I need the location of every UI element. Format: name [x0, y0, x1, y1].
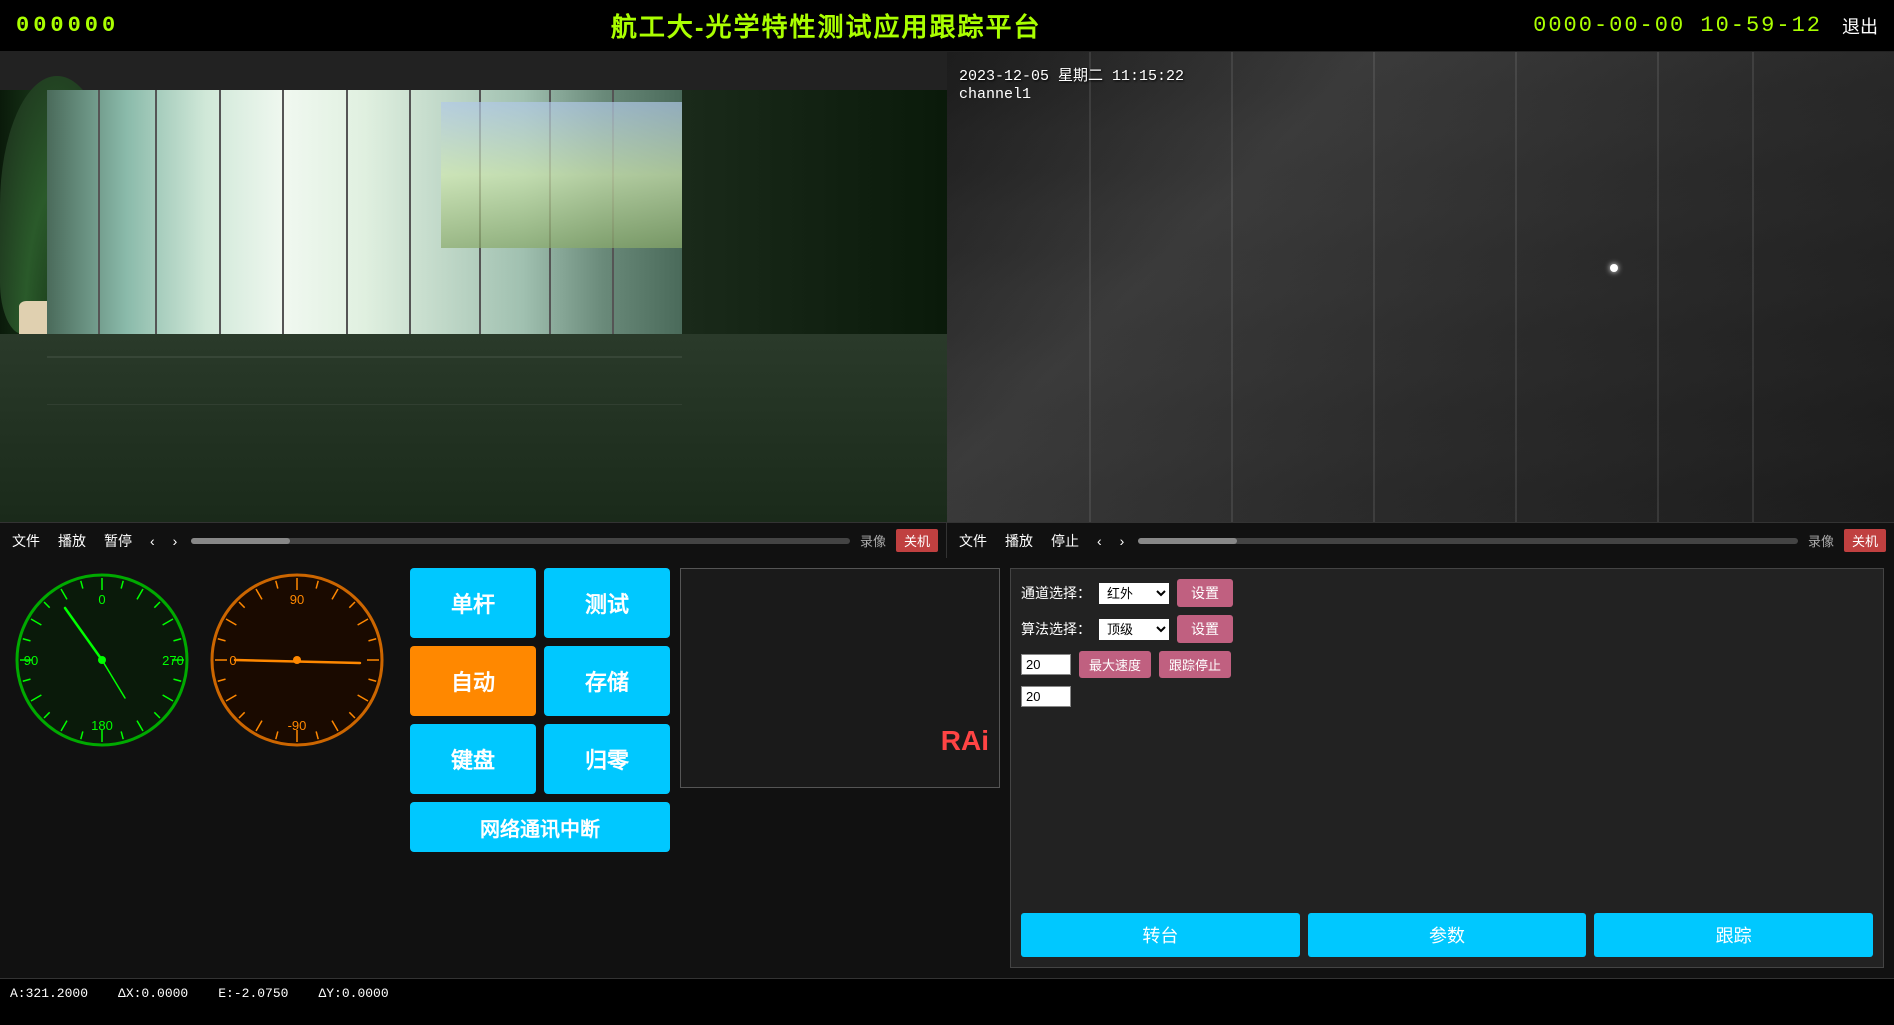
- param-input-1[interactable]: 20: [1021, 654, 1071, 675]
- header-right: 0000-00-00 10-59-12 退出: [1533, 13, 1878, 39]
- max-speed-button[interactable]: 最大速度: [1079, 651, 1151, 678]
- exit-button[interactable]: 退出: [1842, 13, 1878, 39]
- tracking-point: [1610, 264, 1618, 272]
- channel-set-button[interactable]: 设置: [1177, 579, 1233, 607]
- reset-button[interactable]: 归零: [544, 724, 670, 794]
- channel-row: 通道选择： 红外 设置: [1021, 579, 1873, 607]
- algo-row: 算法选择： 顶级 设置: [1021, 615, 1873, 643]
- btn-row-1: 单杆 测试: [410, 568, 670, 638]
- svg-text:0: 0: [98, 592, 105, 607]
- algo-select[interactable]: 顶级: [1099, 619, 1169, 640]
- e-value: E:-2.0750: [218, 986, 288, 1001]
- ax-value: ΔX:0.0000: [118, 986, 188, 1001]
- channel-label: 通道选择：: [1021, 583, 1091, 603]
- file-btn-right[interactable]: 文件: [955, 529, 991, 553]
- svg-text:90: 90: [24, 653, 38, 668]
- gauge-elevation: 90 0 -90: [205, 568, 390, 753]
- stop-btn-right[interactable]: 停止: [1047, 529, 1083, 553]
- thermal-timestamp: 2023-12-05 星期二 11:15:22: [959, 64, 1184, 85]
- record-label-left: 录像: [860, 531, 886, 550]
- btn-row-2: 自动 存储: [410, 646, 670, 716]
- ay-value: ΔY:0.0000: [318, 986, 388, 1001]
- video-panel-right[interactable]: 2023-12-05 星期二 11:15:22 channel1: [947, 52, 1894, 522]
- thermal-scene: 2023-12-05 星期二 11:15:22 channel1: [947, 52, 1894, 522]
- rai-detection: RAi: [941, 725, 989, 757]
- next-btn-right[interactable]: ›: [1116, 531, 1129, 551]
- turntable-button[interactable]: 转台: [1021, 913, 1300, 957]
- trace-button[interactable]: 跟踪: [1594, 913, 1873, 957]
- shutdown-btn-left[interactable]: 关机: [896, 529, 938, 552]
- auto-button[interactable]: 自动: [410, 646, 536, 716]
- gauge-azimuth: 0 90 270 180: [10, 568, 195, 753]
- control-bars: 文件 播放 暂停 ‹ › 录像 关机 文件 播放 停止 ‹ › 录像 关机: [0, 522, 1894, 558]
- network-interrupt-button[interactable]: 网络通讯中断: [410, 802, 670, 852]
- system-id: 000000: [16, 13, 119, 38]
- svg-text:270: 270: [162, 653, 184, 668]
- shutdown-btn-right[interactable]: 关机: [1844, 529, 1886, 552]
- btn-row-3: 键盘 归零: [410, 724, 670, 794]
- video-area: 2023-12-05 星期二 11:15:22 channel1: [0, 52, 1894, 522]
- pause-btn-left[interactable]: 暂停: [100, 529, 136, 553]
- test-button[interactable]: 测试: [544, 568, 670, 638]
- video-panel-left[interactable]: [0, 52, 947, 522]
- input-row-1: 20 最大速度 跟踪停止: [1021, 651, 1873, 678]
- app-title: 航工大-光学特性测试应用跟踪平台: [611, 7, 1042, 44]
- param-input-2[interactable]: 20: [1021, 686, 1071, 707]
- control-bar-right: 文件 播放 停止 ‹ › 录像 关机: [947, 522, 1894, 558]
- thermal-channel: channel1: [959, 86, 1031, 103]
- svg-text:180: 180: [91, 718, 113, 733]
- gauge-azimuth-wrapper: 0 90 270 180: [10, 568, 195, 753]
- panel-bottom-buttons: 转台 参数 跟踪: [1021, 913, 1873, 957]
- prev-btn-left[interactable]: ‹: [146, 531, 159, 551]
- gauge-section: 0 90 270 180: [10, 568, 390, 968]
- status-inner: RAi: [681, 569, 999, 787]
- lobby-scene: [0, 52, 947, 522]
- record-label-right: 录像: [1808, 531, 1834, 550]
- keyboard-button[interactable]: 键盘: [410, 724, 536, 794]
- btn-row-network: 网络通讯中断: [410, 802, 670, 852]
- next-btn-left[interactable]: ›: [169, 531, 182, 551]
- gauge-elevation-wrapper: 90 0 -90: [205, 568, 390, 753]
- single-pole-button[interactable]: 单杆: [410, 568, 536, 638]
- algo-set-button[interactable]: 设置: [1177, 615, 1233, 643]
- header: 000000 航工大-光学特性测试应用跟踪平台 0000-00-00 10-59…: [0, 0, 1894, 52]
- control-buttons: 单杆 测试 自动 存储 键盘 归零 网络通讯中断: [410, 568, 670, 968]
- progress-bar-right[interactable]: [1138, 538, 1798, 544]
- right-settings-panel: 通道选择： 红外 设置 算法选择： 顶级 设置 20 最大速度 跟踪停止 20 …: [1010, 568, 1884, 968]
- input-row-2: 20: [1021, 686, 1873, 707]
- bottom-panel: 0 90 270 180: [0, 558, 1894, 978]
- status-display: RAi: [680, 568, 1000, 788]
- status-bar: A:321.2000 ΔX:0.0000 E:-2.0750 ΔY:0.0000: [0, 978, 1894, 1008]
- control-bar-left: 文件 播放 暂停 ‹ › 录像 关机: [0, 522, 947, 558]
- svg-text:-90: -90: [288, 718, 307, 733]
- params-button[interactable]: 参数: [1308, 913, 1587, 957]
- play-btn-right[interactable]: 播放: [1001, 529, 1037, 553]
- play-btn-left[interactable]: 播放: [54, 529, 90, 553]
- datetime-display: 0000-00-00 10-59-12: [1533, 13, 1822, 38]
- prev-btn-right[interactable]: ‹: [1093, 531, 1106, 551]
- svg-text:90: 90: [290, 592, 304, 607]
- stop-trace-button[interactable]: 跟踪停止: [1159, 651, 1231, 678]
- progress-bar-left[interactable]: [191, 538, 850, 544]
- a-value: A:321.2000: [10, 986, 88, 1001]
- file-btn-left[interactable]: 文件: [8, 529, 44, 553]
- store-button[interactable]: 存储: [544, 646, 670, 716]
- algo-label: 算法选择：: [1021, 619, 1091, 639]
- channel-select[interactable]: 红外: [1099, 583, 1169, 604]
